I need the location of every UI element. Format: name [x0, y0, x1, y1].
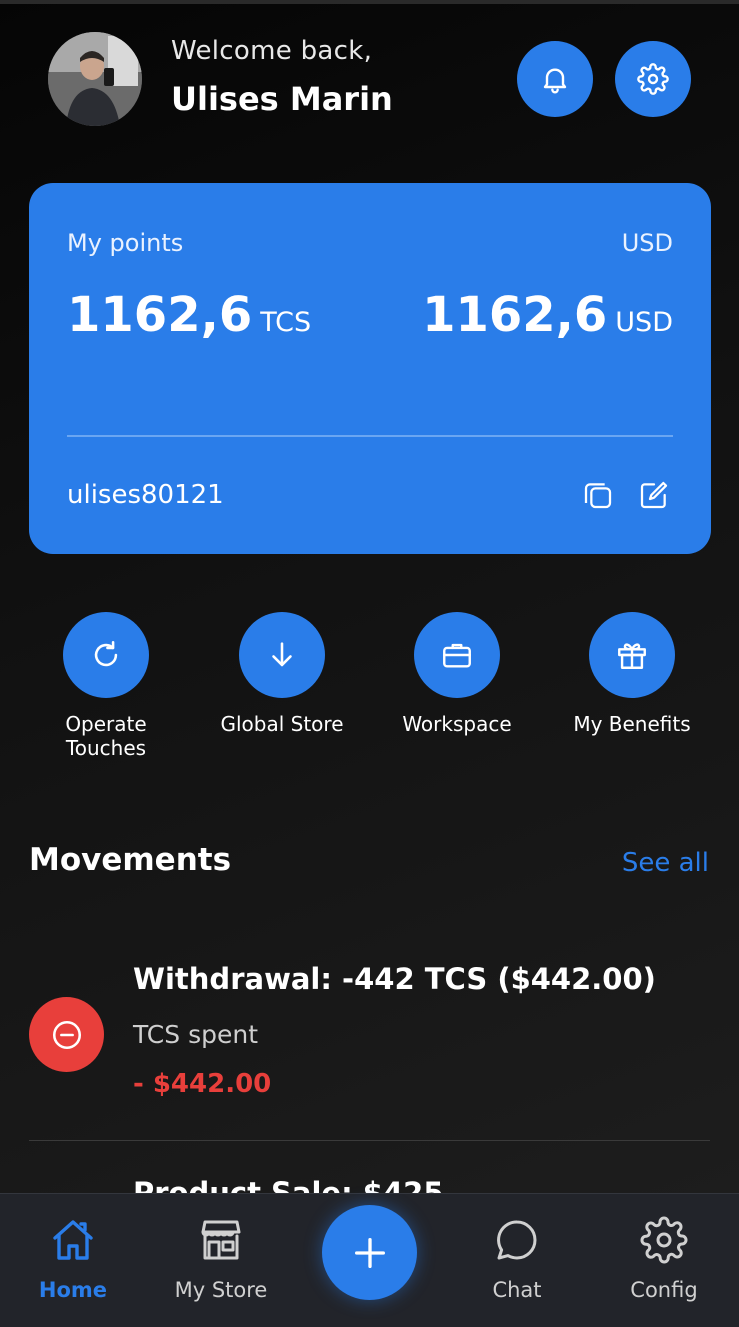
- user-photo-icon: [48, 32, 142, 126]
- settings-button[interactable]: [615, 41, 691, 117]
- briefcase-icon: [443, 643, 471, 668]
- quick-action-label: Workspace: [402, 712, 512, 736]
- quick-action-global-store[interactable]: Global Store: [207, 612, 357, 736]
- nav-label: My Store: [174, 1278, 268, 1302]
- quick-action-label: Global Store: [220, 712, 344, 736]
- currency-label: USD: [621, 229, 673, 257]
- refresh-icon: [94, 640, 118, 667]
- quick-action-workspace[interactable]: Workspace: [382, 612, 532, 736]
- movement-title[interactable]: Withdrawal: -442 TCS ($442.00): [133, 962, 656, 996]
- usd-unit: USD: [615, 307, 673, 338]
- points-value: 1162,6: [67, 287, 253, 343]
- quick-action-circle[interactable]: [63, 612, 149, 698]
- nav-item-chat[interactable]: Chat: [457, 1216, 577, 1302]
- nav-label: Home: [38, 1278, 108, 1302]
- user-name: Ulises Marin: [171, 80, 393, 118]
- points-label: My points: [67, 229, 184, 257]
- avatar[interactable]: [48, 32, 142, 126]
- nav-label: Config: [630, 1278, 698, 1302]
- store-icon: [201, 1220, 241, 1260]
- see-all-link[interactable]: See all: [622, 848, 709, 878]
- gift-icon: [618, 643, 646, 669]
- gear-icon: [640, 1216, 688, 1264]
- welcome-text: Welcome back,: [171, 36, 373, 66]
- status-strip: [0, 0, 739, 4]
- arrow-down-icon: [272, 642, 292, 667]
- quick-action-circle[interactable]: [414, 612, 500, 698]
- usd-amount: 1162,6 USD: [422, 287, 673, 343]
- edit-icon[interactable]: [638, 479, 670, 511]
- movement-amount: - $442.00: [133, 1069, 272, 1099]
- quick-action-operate-touches[interactable]: Operate Touches: [31, 612, 181, 760]
- nav-label: Chat: [492, 1278, 542, 1302]
- nav-item-home[interactable]: Home: [13, 1216, 133, 1302]
- home-icon: [53, 1220, 93, 1260]
- usd-value: 1162,6: [422, 287, 608, 343]
- plus-icon: [354, 1237, 385, 1268]
- quick-action-label: My Benefits: [573, 712, 691, 736]
- account-id: ulises80121: [67, 480, 224, 510]
- bell-icon: [543, 68, 567, 94]
- quick-action-label: Operate Touches: [65, 712, 147, 760]
- gear-icon: [637, 63, 669, 95]
- points-unit: TCS: [260, 307, 312, 338]
- minus-circle-icon: [52, 1020, 81, 1049]
- movement-subtitle: TCS spent: [133, 1020, 258, 1049]
- card-divider: [67, 435, 673, 437]
- notifications-button[interactable]: [517, 41, 593, 117]
- quick-action-circle[interactable]: [589, 612, 675, 698]
- add-button[interactable]: [322, 1205, 417, 1300]
- quick-action-circle[interactable]: [239, 612, 325, 698]
- movements-title: Movements: [29, 842, 232, 878]
- nav-item-config[interactable]: Config: [604, 1216, 724, 1302]
- app-screen: Welcome back, Ulises Marin My points USD…: [0, 0, 739, 1327]
- movement-icon: [29, 997, 104, 1072]
- movement-divider: [29, 1140, 710, 1141]
- points-card: My points USD 1162,6 TCS 1162,6 USD ulises…: [29, 183, 711, 554]
- chat-icon: [497, 1220, 537, 1260]
- quick-action-my-benefits[interactable]: My Benefits: [557, 612, 707, 736]
- copy-icon[interactable]: [582, 479, 614, 511]
- points-amount: 1162,6 TCS: [67, 287, 311, 343]
- nav-item-my-store[interactable]: My Store: [161, 1216, 281, 1302]
